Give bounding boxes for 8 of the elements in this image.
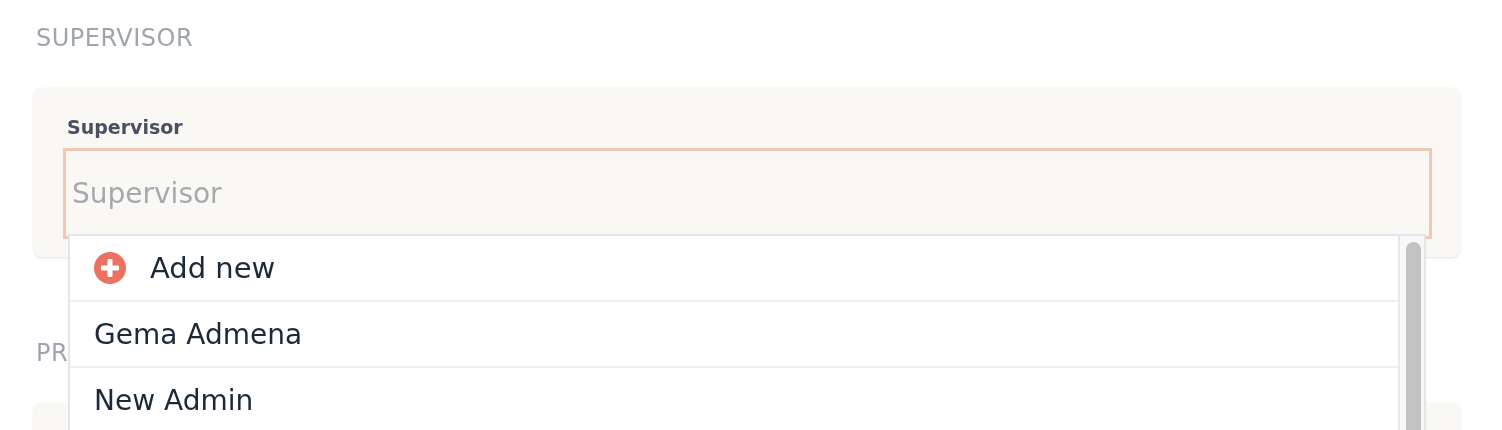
scrollbar[interactable]	[1398, 236, 1424, 430]
section-title: SUPERVISOR	[36, 23, 195, 54]
input-field[interactable]: Supervisor	[63, 148, 1432, 239]
menu-item[interactable]: Gema Admena	[70, 302, 1398, 368]
add-icon	[94, 252, 126, 284]
menu-item[interactable]: Add new	[70, 236, 1398, 302]
field-label: Supervisor	[67, 116, 184, 138]
section-title: PR	[36, 338, 70, 369]
